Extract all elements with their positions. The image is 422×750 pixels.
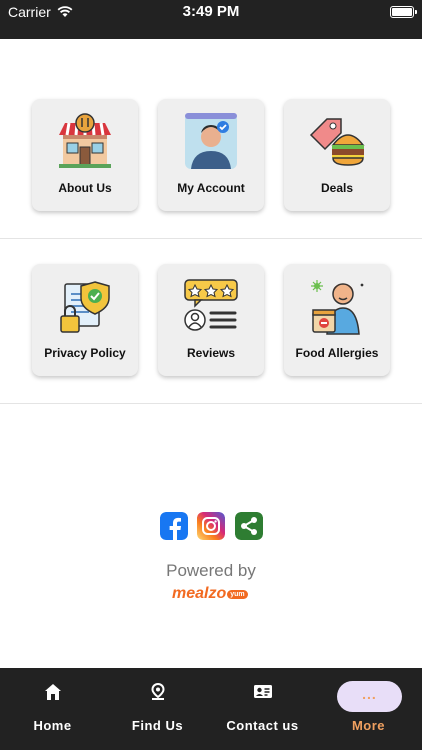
allergy-person-icon [311, 280, 364, 335]
facebook-icon[interactable] [160, 512, 188, 540]
home-icon [44, 684, 61, 700]
location-pin-icon [150, 683, 165, 700]
tab-contact-us[interactable]: Contact us [210, 668, 315, 750]
food-allergies-tile[interactable]: Food Allergies [284, 264, 390, 376]
tab-more-label[interactable]: More [316, 718, 421, 733]
more-dots-icon: ... [362, 686, 377, 702]
tab-more-pill[interactable]: ... [337, 681, 402, 712]
brand-name: mealzo [172, 585, 227, 602]
about-us-tile[interactable]: About Us [32, 99, 138, 211]
tab-home[interactable]: Home [0, 668, 105, 750]
food-allergies-label: Food Allergies [295, 346, 379, 360]
powered-by-text: Powered by [166, 561, 256, 580]
restaurant-icon [59, 113, 111, 168]
share-icon[interactable] [235, 512, 263, 540]
star-review-icon [184, 279, 238, 331]
row-divider [0, 238, 422, 239]
tab-contact-us-label: Contact us [226, 718, 299, 733]
my-account-label: My Account [177, 181, 245, 195]
battery-icon [390, 6, 417, 18]
reviews-tile[interactable]: Reviews [158, 264, 264, 376]
clock: 3:49 PM [182, 3, 240, 20]
privacy-policy-tile[interactable]: Privacy Policy [32, 264, 138, 376]
status-bar: Carrier 3:49 PM [0, 0, 422, 39]
mealzo-logo: mealzo yum [172, 585, 248, 603]
instagram-icon[interactable] [197, 512, 225, 540]
row-divider [0, 403, 422, 404]
about-us-label: About Us [58, 181, 112, 195]
tab-find-us-label: Find Us [131, 718, 184, 733]
deals-label: Deals [320, 181, 354, 195]
tab-home-label: Home [33, 718, 72, 733]
burger-tag-icon [309, 118, 365, 166]
reviews-label: Reviews [186, 346, 236, 360]
my-account-tile[interactable]: My Account [158, 99, 264, 211]
privacy-policy-label: Privacy Policy [44, 346, 126, 360]
deals-tile[interactable]: Deals [284, 99, 390, 211]
contact-card-icon [253, 685, 272, 698]
user-profile-icon [185, 113, 237, 169]
brand-badge: yum [227, 589, 248, 599]
privacy-document-icon [60, 281, 110, 333]
tab-find-us[interactable]: Find Us [105, 668, 210, 750]
